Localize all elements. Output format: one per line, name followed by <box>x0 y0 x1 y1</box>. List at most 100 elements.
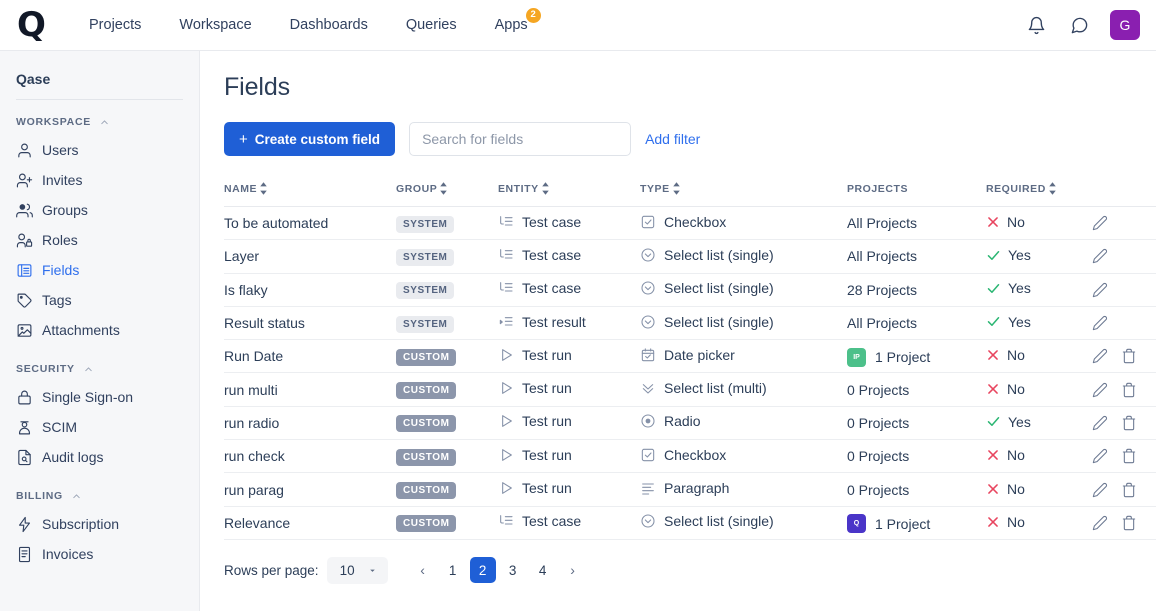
cell-entity: Test case <box>498 239 640 274</box>
edit-field-button[interactable] <box>1091 215 1108 232</box>
group-badge: SYSTEM <box>396 215 455 233</box>
sidebar-item-tags[interactable]: Tags <box>0 285 199 315</box>
sort-icon[interactable] <box>259 182 268 195</box>
sidebar-item-scim[interactable]: SCIM <box>0 412 199 442</box>
table-row[interactable]: Is flaky SYSTEM Test case Select list (sing… <box>224 273 1156 307</box>
edit-field-button[interactable] <box>1091 348 1108 365</box>
table-row[interactable]: run multi CUSTOM Test run Select list (mult… <box>224 372 1156 407</box>
table-row[interactable]: run parag CUSTOM Test run Paragraph 0 Projec… <box>224 472 1156 507</box>
nav-item-workspace[interactable]: Workspace <box>160 0 270 51</box>
add-filter-button[interactable]: Add filter <box>645 131 700 147</box>
sidebar-item-users[interactable]: Users <box>0 135 199 165</box>
sidebar-item-audit-logs[interactable]: Audit logs <box>0 442 199 472</box>
table-row[interactable]: Relevance CUSTOM Test case Select list (sin… <box>224 506 1156 540</box>
cell-entity: Test result <box>498 306 640 341</box>
search-input[interactable] <box>409 122 632 156</box>
edit-field-button[interactable] <box>1091 514 1108 531</box>
sidebar-group-label: WORKSPACE <box>16 116 91 128</box>
entity-label: Test run <box>522 346 572 363</box>
nav-item-queries[interactable]: Queries <box>387 0 476 51</box>
nav-item-label: Apps <box>494 16 528 33</box>
bell-icon[interactable] <box>1024 13 1048 37</box>
column-header-group[interactable]: GROUP <box>396 182 498 207</box>
table-row[interactable]: run check CUSTOM Test run Checkbox 0 Project… <box>224 439 1156 474</box>
cell-group: CUSTOM <box>396 406 498 441</box>
lock-icon <box>16 389 33 406</box>
page-button-3[interactable]: 3 <box>500 557 526 583</box>
chat-bubble-icon[interactable] <box>1067 13 1091 37</box>
nav-item-apps[interactable]: Apps 2 <box>476 0 547 51</box>
table-row[interactable]: run radio CUSTOM Test run Radio 0 Projects Ye… <box>224 406 1156 441</box>
delete-field-button[interactable] <box>1120 348 1137 365</box>
nav-item-label: Workspace <box>179 16 252 33</box>
nav-item-dashboards[interactable]: Dashboards <box>271 0 387 51</box>
edit-field-button[interactable] <box>1091 481 1108 498</box>
edit-field-button[interactable] <box>1091 248 1108 265</box>
required-label: No <box>1007 347 1025 364</box>
cell-actions <box>1091 439 1156 474</box>
sort-icon[interactable] <box>672 182 681 195</box>
table-row[interactable]: To be automated SYSTEM Test case Checkbox Al… <box>224 206 1156 241</box>
sidebar-item-single-sign-on[interactable]: Single Sign-on <box>0 382 199 412</box>
delete-field-button[interactable] <box>1120 381 1137 398</box>
sidebar-item-invoices[interactable]: Invoices <box>0 539 199 569</box>
edit-field-button[interactable] <box>1091 315 1108 332</box>
create-custom-field-button[interactable]: + Create custom field <box>224 122 396 156</box>
edit-field-button[interactable] <box>1091 381 1108 398</box>
app-logo[interactable]: Q <box>14 8 48 42</box>
cell-type: Select list (single) <box>640 273 847 307</box>
sort-icon[interactable] <box>541 182 550 195</box>
sidebar-item-groups[interactable]: Groups <box>0 195 199 225</box>
column-header-type[interactable]: TYPE <box>640 182 847 207</box>
next-page-button[interactable]: › <box>560 557 586 583</box>
delete-field-button[interactable] <box>1120 514 1137 531</box>
test-run-icon <box>498 480 514 496</box>
page-title: Fields <box>224 73 291 101</box>
cell-actions <box>1091 306 1156 341</box>
avatar[interactable]: G <box>1110 10 1140 40</box>
sidebar-item-roles[interactable]: Roles <box>0 225 199 255</box>
sidebar-item-label: Audit logs <box>42 449 104 465</box>
edit-field-button[interactable] <box>1091 281 1108 298</box>
rows-per-page-select[interactable]: 10 <box>326 556 388 584</box>
delete-field-button[interactable] <box>1120 414 1137 431</box>
sidebar-group-workspace[interactable]: WORKSPACE <box>0 112 199 135</box>
column-header-name[interactable]: NAME <box>224 182 396 207</box>
delete-field-button[interactable] <box>1120 481 1137 498</box>
column-header-entity[interactable]: ENTITY <box>498 182 640 207</box>
page-button-4[interactable]: 4 <box>530 557 556 583</box>
sort-icon[interactable] <box>439 182 448 195</box>
sidebar-group-billing[interactable]: BILLING <box>0 486 199 509</box>
cell-required: No <box>986 472 1091 507</box>
cell-entity: Test run <box>498 472 640 507</box>
page-button-2[interactable]: 2 <box>469 557 496 584</box>
column-header-label: GROUP <box>396 182 438 195</box>
sidebar-item-subscription[interactable]: Subscription <box>0 509 199 539</box>
cell-projects: All Projects <box>847 239 986 274</box>
table-row[interactable]: Result status SYSTEM Test result Select lis… <box>224 306 1156 341</box>
sidebar-group-security[interactable]: SECURITY <box>0 359 199 382</box>
table-row[interactable]: Layer SYSTEM Test case Select list (single)… <box>224 239 1156 274</box>
group-badge: CUSTOM <box>396 348 457 366</box>
sidebar-item-attachments[interactable]: Attachments <box>0 315 199 345</box>
prev-page-button[interactable]: ‹ <box>410 557 436 583</box>
edit-field-button[interactable] <box>1091 448 1108 465</box>
sidebar-item-invites[interactable]: Invites <box>0 165 199 195</box>
sidebar-item-label: Users <box>42 142 79 158</box>
delete-field-button[interactable] <box>1120 448 1137 465</box>
sidebar-item-fields[interactable]: Fields <box>0 255 199 285</box>
sort-icon[interactable] <box>1048 182 1057 195</box>
sidebar-item-label: Groups <box>42 202 88 218</box>
table-row[interactable]: Run Date CUSTOM Test run Date picker IP 1 Pro… <box>224 339 1156 374</box>
nav-item-projects[interactable]: Projects <box>70 0 160 51</box>
edit-field-button[interactable] <box>1091 414 1108 431</box>
page-button-1[interactable]: 1 <box>440 557 466 583</box>
column-header-required[interactable]: REQUIRED <box>986 182 1091 207</box>
sidebar-item-label: Invoices <box>42 546 94 562</box>
nav-item-label: Dashboards <box>289 16 368 33</box>
entity-label: Test case <box>522 513 582 530</box>
cell-type: Select list (single) <box>640 306 847 341</box>
group-badge: CUSTOM <box>396 448 457 466</box>
required-label: Yes <box>1008 280 1031 297</box>
